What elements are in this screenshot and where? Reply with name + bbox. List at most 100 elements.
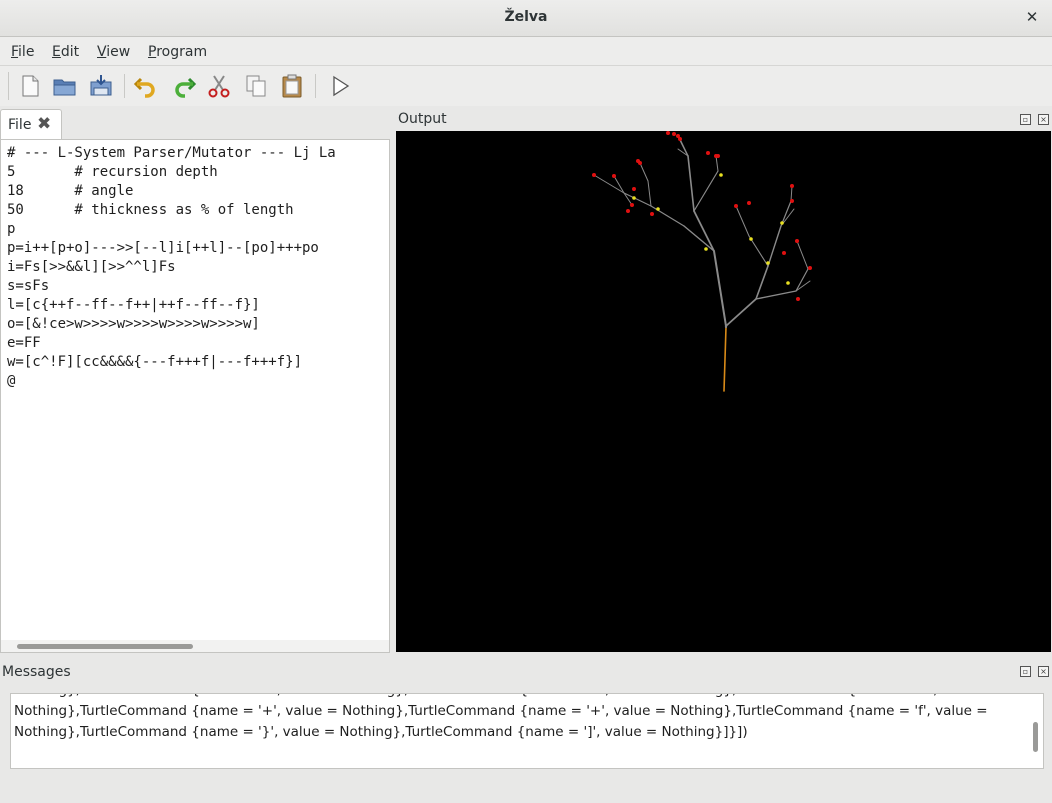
tree-node: [786, 281, 790, 285]
tree-segment: [723, 326, 727, 392]
menu-view-label: iew: [106, 44, 131, 60]
tree-segment: [715, 155, 719, 172]
tree-node: [678, 137, 682, 141]
code-line: @: [7, 373, 16, 389]
tree-segment: [795, 268, 809, 292]
open-folder-icon: [53, 79, 76, 96]
code-line: o=[&!ce>w>>>>w>>>>w>>>>w>>>>w]: [7, 316, 260, 332]
copy-icon: [246, 75, 266, 97]
tree-segment: [639, 162, 649, 182]
output-close-button[interactable]: ×: [1038, 114, 1049, 125]
menu-bar: File Edit View Program: [0, 37, 1052, 66]
tab-close-icon[interactable]: ✖: [37, 115, 51, 133]
undo-icon: [133, 77, 155, 98]
tree-node: [650, 212, 654, 216]
tree-node: [592, 173, 596, 177]
save-button[interactable]: [88, 73, 114, 99]
tree-node: [795, 239, 799, 243]
undo-button[interactable]: [133, 73, 159, 99]
tree-segment: [593, 174, 625, 194]
cut-button[interactable]: [206, 73, 232, 99]
code-line: p: [7, 221, 16, 237]
tree-node: [632, 196, 636, 200]
float-icon: ▫: [1022, 667, 1029, 676]
paste-button[interactable]: [279, 73, 305, 99]
tree-node: [612, 174, 616, 178]
menu-view[interactable]: View: [97, 44, 130, 60]
run-button[interactable]: [327, 73, 353, 99]
title-bar: Želva ✕: [0, 0, 1052, 37]
vertical-scrollbar[interactable]: [1031, 694, 1041, 768]
code-line: 50 # thickness as % of length: [7, 202, 294, 218]
tree-node: [656, 207, 660, 211]
toolbar-grip[interactable]: [8, 72, 12, 100]
horizontal-scrollbar[interactable]: [1, 640, 389, 652]
messages-dock-title: Messages: [2, 664, 71, 680]
toolbar-separator: [315, 74, 316, 98]
window-title: Želva: [504, 9, 548, 25]
output-canvas[interactable]: [396, 131, 1051, 652]
menu-program[interactable]: Program: [148, 44, 207, 60]
toolbar-separator: [124, 74, 125, 98]
tree-segment: [683, 225, 715, 252]
tree-segment: [693, 170, 719, 212]
tree-segment: [755, 290, 797, 300]
tree-segment: [796, 240, 809, 270]
menu-view-mnemonic: V: [97, 44, 107, 60]
horizontal-scrollbar-thumb[interactable]: [17, 644, 193, 649]
redo-icon: [175, 77, 197, 98]
tree-segment: [713, 250, 727, 327]
tree-segment: [650, 205, 685, 227]
code-line: e=FF: [7, 335, 41, 351]
menu-file[interactable]: File: [11, 44, 34, 60]
save-icon: [90, 75, 112, 96]
tree-node: [790, 184, 794, 188]
editor-tab-bar: File ✖: [0, 107, 390, 140]
output-dock-title: Output: [398, 111, 447, 127]
tree-segment: [735, 205, 750, 237]
tree-node: [782, 251, 786, 255]
copy-button[interactable]: [243, 73, 269, 99]
menu-program-label: rogram: [156, 44, 208, 60]
tree-node: [666, 131, 670, 135]
tree-node: [626, 209, 630, 213]
code-line: s=sFs: [7, 278, 50, 294]
code-editor[interactable]: # --- L-System Parser/Mutator --- Lj La 5…: [0, 139, 390, 653]
toolbar: [0, 66, 1052, 106]
run-icon: [333, 75, 350, 97]
cut-icon: [208, 75, 230, 98]
menu-edit[interactable]: Edit: [52, 44, 79, 60]
new-file-icon: [22, 75, 39, 97]
menu-edit-label: dit: [60, 44, 80, 60]
vertical-scrollbar-thumb[interactable]: [1033, 722, 1038, 752]
redo-button[interactable]: [171, 73, 197, 99]
output-float-button[interactable]: ▫: [1020, 114, 1031, 125]
tab-file[interactable]: File ✖: [0, 109, 62, 140]
close-icon: ✕: [1025, 8, 1039, 26]
code-line: w=[c^!F][cc&&&&{---f+++f|---f+++f}]: [7, 354, 303, 370]
tree-node: [734, 204, 738, 208]
menu-program-mnemonic: P: [148, 44, 157, 60]
messages-log[interactable]: Nothing},TurtleCommand {name = '+', valu…: [10, 693, 1044, 769]
tree-segment: [687, 155, 695, 212]
tree-node: [719, 173, 723, 177]
code-line: p=i++[p+o]--->>[--l]i[++l]--[po]+++po: [7, 240, 319, 256]
close-icon: ×: [1040, 667, 1047, 676]
tree-node: [714, 154, 718, 158]
tab-file-label: File: [8, 117, 32, 133]
tree-segment: [790, 185, 793, 202]
menu-file-label: ile: [18, 44, 35, 60]
open-button[interactable]: [52, 73, 78, 99]
code-line: l=[c{++f--ff--f++|++f--ff--f}]: [7, 297, 260, 313]
messages-float-button[interactable]: ▫: [1020, 666, 1031, 677]
messages-close-button[interactable]: ×: [1038, 666, 1049, 677]
message-line: Nothing},TurtleCommand {name = '+', valu…: [14, 703, 988, 719]
tree-node: [749, 237, 753, 241]
tree-node: [632, 187, 636, 191]
window-close-button[interactable]: ✕: [1022, 7, 1042, 27]
tree-node: [636, 159, 640, 163]
new-file-button[interactable]: [17, 73, 43, 99]
code-line: # --- L-System Parser/Mutator --- Lj La: [7, 145, 336, 161]
paste-icon: [282, 74, 302, 98]
message-line: Nothing},TurtleCommand {name = '}', valu…: [14, 724, 748, 740]
